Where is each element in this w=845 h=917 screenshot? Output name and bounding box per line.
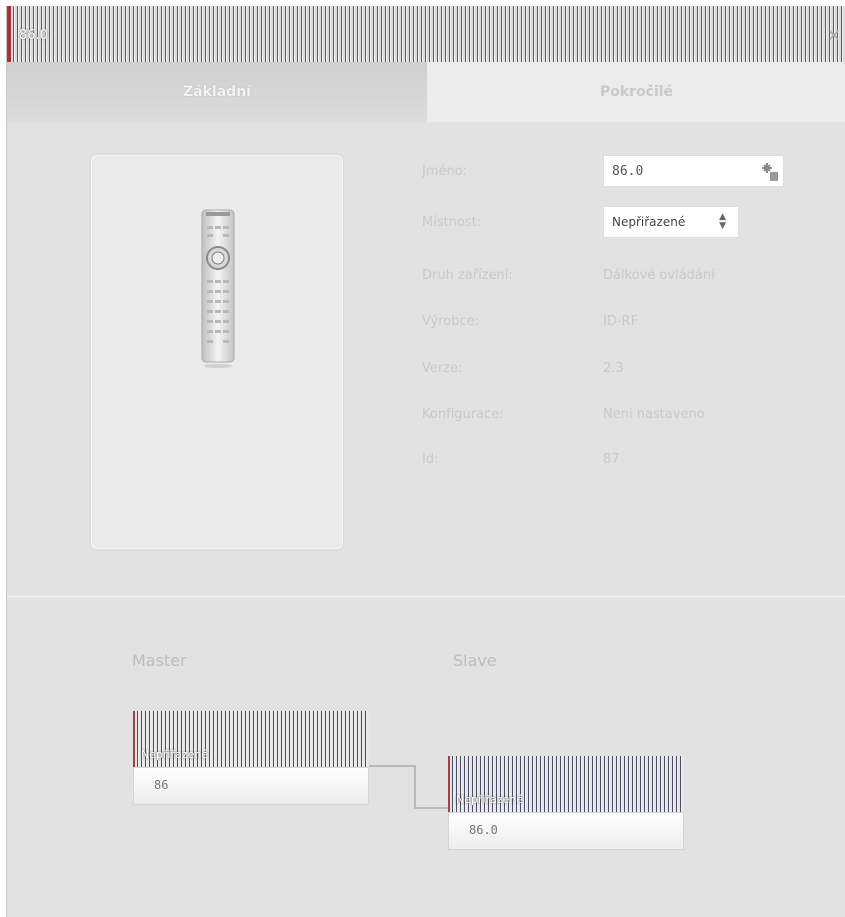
slave-node-value: 86.0	[469, 823, 498, 837]
master-node[interactable]: Nepřiřazené 86	[133, 711, 369, 805]
version-label: Verze:	[422, 361, 463, 376]
master-node-header: Nepřiřazené	[133, 711, 369, 767]
edit-icon[interactable]	[761, 162, 779, 182]
device-type-value: Dálkové ovládání	[603, 268, 715, 283]
select-arrows-icon: ▲ ▼	[719, 212, 726, 231]
id-value: 87	[603, 452, 620, 467]
room-select-value: Nepřiřazené	[612, 215, 686, 229]
master-heading: Master	[132, 651, 187, 670]
device-type-label: Druh zařízení:	[422, 268, 513, 283]
device-window: 86.0 ✕ Základní Pokročilé Jméno: 86.0 Mí…	[6, 6, 845, 917]
slave-node-group: Nepřiřazené	[456, 793, 524, 806]
close-icon[interactable]: ✕	[826, 26, 842, 46]
device-image-card	[91, 155, 343, 549]
slave-node-header: Nepřiřazené	[448, 756, 684, 812]
master-node-value: 86	[154, 778, 169, 792]
slave-node[interactable]: Nepřiřazené 86.0	[448, 756, 684, 850]
slave-heading: Slave	[453, 651, 497, 670]
configuration-label: Konfigurace:	[422, 407, 504, 422]
master-node-group: Nepřiřazené	[141, 748, 209, 761]
room-select[interactable]: Nepřiřazené ▲ ▼	[603, 206, 739, 238]
tab-basic[interactable]: Základní	[7, 62, 427, 122]
manufacturer-label: Výrobce:	[422, 314, 480, 329]
manufacturer-value: ID-RF	[603, 314, 639, 329]
version-value: 2.3	[603, 361, 624, 376]
name-label: Jméno:	[422, 164, 468, 179]
remote-control-icon	[201, 209, 235, 368]
slave-node-body: 86.0	[448, 812, 684, 850]
id-label: Id:	[422, 452, 439, 467]
master-node-body: 86	[133, 767, 369, 805]
tab-bar: Základní Pokročilé	[7, 62, 845, 122]
section-divider	[7, 596, 845, 597]
window-title: 86.0	[19, 28, 48, 43]
name-input-value: 86.0	[612, 164, 644, 179]
room-label: Místnost:	[422, 215, 482, 230]
title-bar[interactable]: 86.0 ✕	[7, 6, 845, 62]
tab-advanced[interactable]: Pokročilé	[427, 62, 845, 122]
name-input[interactable]: 86.0	[603, 155, 784, 187]
configuration-value: Není nastaveno	[603, 407, 705, 422]
